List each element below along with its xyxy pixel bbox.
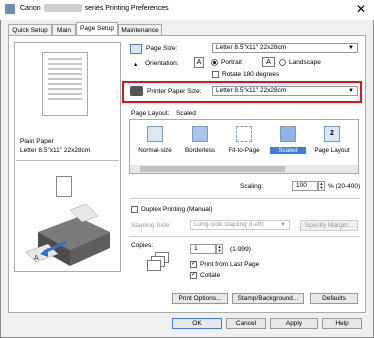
tab-main[interactable]: Main	[52, 24, 76, 35]
duplex-checkbox[interactable]	[131, 206, 138, 213]
orientation-label: Orientation:	[145, 60, 179, 67]
scaled-icon	[280, 126, 296, 142]
page-layout-icon: 2	[324, 126, 340, 142]
duplex-label: Duplex Printing (Manual)	[141, 206, 213, 213]
media-type-label: Plain Paper	[20, 138, 54, 145]
tab-quick-setup[interactable]: Quick Setup	[8, 24, 52, 35]
page-size-label: Page Size:	[146, 45, 178, 52]
preview-size-label: Letter 8.5"x11" 22x28cm	[20, 147, 91, 154]
page-size-icon	[130, 44, 142, 54]
svg-text:A: A	[34, 255, 39, 262]
print-options-button[interactable]: Print Options...	[172, 293, 228, 304]
layout-scaled[interactable]: Scaled	[270, 124, 306, 160]
redacted-model-name	[43, 4, 82, 12]
copies-label: Copies:	[131, 242, 154, 249]
close-icon[interactable]: ✕	[356, 2, 366, 16]
scaling-spinner[interactable]: ▲ ▼	[318, 181, 325, 191]
defaults-button[interactable]: Defaults	[310, 293, 358, 304]
collate-label: Collate	[200, 272, 221, 279]
paper-orientation-icon	[56, 176, 72, 197]
stamp-background-button[interactable]: Stamp/Background...	[232, 293, 304, 304]
chevron-down-icon: ▼	[280, 222, 286, 228]
specify-margin-button[interactable]: Specify Margin...	[300, 220, 358, 231]
help-button[interactable]: Help	[322, 318, 362, 329]
copies-spinner[interactable]: ▲ ▼	[216, 244, 223, 254]
printer-app-icon	[5, 4, 15, 14]
scaling-input[interactable]: 100	[292, 181, 318, 191]
printer-illustration: A	[25, 203, 110, 266]
cancel-button[interactable]: Cancel	[226, 318, 266, 329]
scaling-range: % (20-400)	[328, 183, 361, 190]
scaling-label: Scaling:	[240, 183, 264, 190]
section-divider	[129, 236, 360, 237]
gallery-scrollbar-thumb[interactable]	[140, 166, 285, 172]
portrait-radio[interactable]	[211, 59, 218, 66]
tab-page-setup[interactable]: Page Setup	[76, 22, 118, 36]
copies-stack-icon	[147, 252, 173, 274]
apply-button[interactable]: Apply	[270, 318, 318, 329]
page-size-select[interactable]: Letter 8.5"x11" 22x28cm ▼	[212, 43, 358, 53]
rotate-180-checkbox[interactable]	[212, 71, 219, 78]
landscape-label: Landscape	[289, 59, 321, 66]
window-title: Canon series Printing Preferences	[20, 4, 169, 12]
portrait-icon: A	[194, 57, 204, 68]
rotate-180-label: Rotate 180 degrees	[222, 71, 280, 78]
layout-page-layout[interactable]: 2 Page Layout	[314, 124, 350, 160]
stapling-side-label: Stapling Side:	[131, 222, 172, 229]
ok-button[interactable]: OK	[172, 318, 222, 329]
page-layout-label: Page Layout:	[131, 110, 170, 117]
stapling-side-select[interactable]: Long-side stapling (Left) ▼	[190, 220, 290, 230]
print-last-page-label: Print from Last Page	[200, 261, 260, 268]
portrait-label: Portrait	[221, 59, 242, 66]
landscape-icon: A	[262, 57, 275, 67]
tab-maintenance[interactable]: Maintenance	[118, 24, 162, 35]
page-layout-current: Scaled	[176, 110, 196, 117]
fit-to-page-icon	[236, 126, 252, 142]
paper-preview	[42, 52, 88, 116]
layout-fit-to-page[interactable]: Fit-to-Page	[226, 124, 262, 160]
section-divider	[129, 198, 360, 199]
normal-size-icon	[147, 126, 163, 142]
landscape-radio[interactable]	[279, 59, 286, 66]
copies-input[interactable]: 1	[190, 244, 216, 254]
highlight-frame	[122, 81, 362, 103]
orientation-bullet: ▴	[134, 61, 138, 68]
borderless-icon	[192, 126, 208, 142]
preview-divider	[16, 160, 119, 161]
layout-normal-size[interactable]: Normal-size	[137, 124, 173, 160]
copies-range: (1-999)	[230, 246, 251, 253]
chevron-down-icon: ▼	[348, 45, 354, 51]
print-last-page-checkbox[interactable]: ✓	[190, 261, 197, 268]
layout-borderless[interactable]: Borderless	[182, 124, 218, 160]
collate-checkbox[interactable]: ✓	[190, 272, 197, 279]
